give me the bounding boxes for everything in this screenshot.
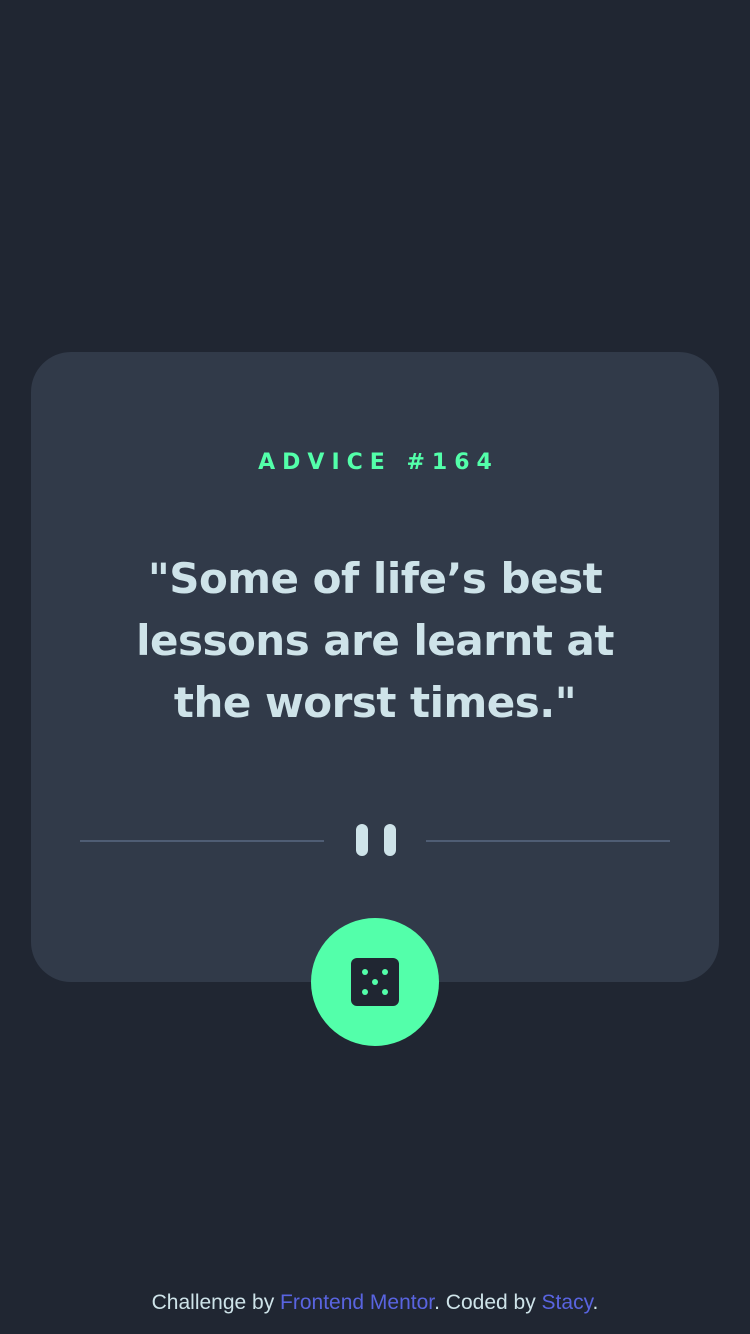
- pause-icon: [356, 824, 396, 858]
- dice-icon: [351, 958, 399, 1006]
- divider-line-right: [426, 840, 670, 842]
- pause-bar-right: [384, 824, 396, 856]
- author-link[interactable]: Stacy: [542, 1291, 593, 1314]
- divider-line-left: [80, 840, 324, 842]
- advice-quote: "Some of life’s best lessons are learnt …: [136, 554, 614, 727]
- divider: [80, 824, 670, 858]
- new-advice-button[interactable]: [311, 918, 439, 1046]
- pause-bar-left: [356, 824, 368, 856]
- attribution-suffix: .: [592, 1291, 599, 1314]
- advice-number: ADVICE #164: [258, 450, 499, 475]
- attribution: Challenge by Frontend Mentor. Coded by S…: [0, 1287, 750, 1319]
- frontend-mentor-link[interactable]: Frontend Mentor: [280, 1291, 434, 1314]
- attribution-prefix: Challenge by: [151, 1291, 281, 1314]
- attribution-middle: . Coded by: [434, 1291, 542, 1314]
